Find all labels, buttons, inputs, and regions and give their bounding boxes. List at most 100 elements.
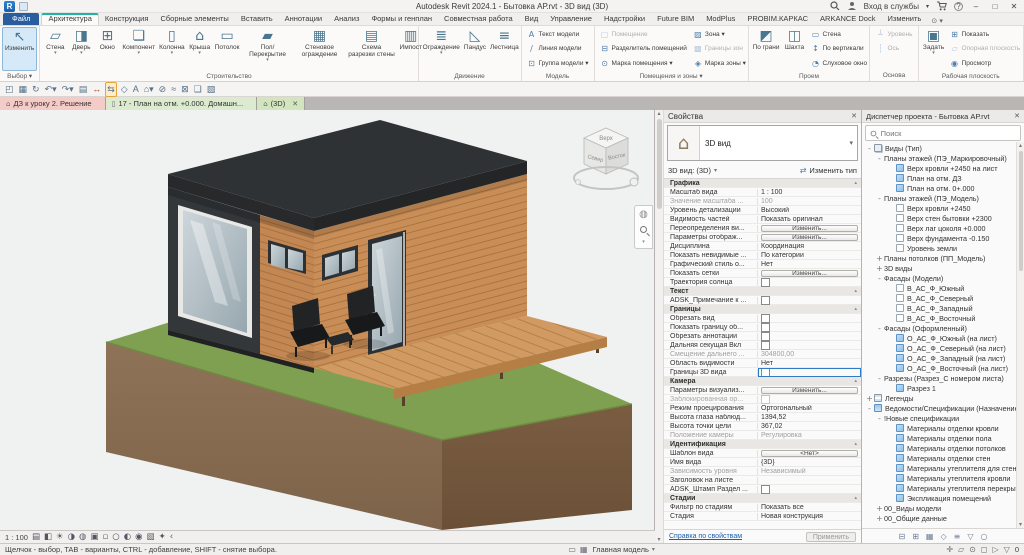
view-control-icon[interactable]: ◍ [79, 532, 86, 542]
property-value[interactable]: Нет [758, 360, 861, 367]
view-tab[interactable]: ▯ 17 - План на отм. +0.000. Домашн... [106, 97, 258, 110]
properties-close-icon[interactable]: ✕ [851, 112, 857, 120]
property-value[interactable] [758, 314, 861, 323]
property-value[interactable]: Показать оригинал [758, 216, 861, 223]
tree-item[interactable]: О_АС_Ф_Западный (на лист) [862, 353, 1016, 363]
property-value[interactable] [758, 395, 861, 404]
ribbon-button[interactable]: ∕ Линия модели [524, 42, 592, 57]
ribbon-button[interactable]: ⊡ Группа модели ▾ [524, 56, 592, 71]
ribbon-tab[interactable]: PROBIM.КАРКАС [741, 13, 814, 25]
property-value[interactable] [758, 341, 861, 350]
property-row[interactable]: Режим проецирования Ортогональный [664, 404, 861, 413]
qat-icon[interactable]: ↷▾ [61, 83, 75, 96]
file-tab[interactable]: Файл [3, 13, 39, 25]
tree-item[interactable]: Материалы отделки кровли [862, 423, 1016, 433]
properties-scrollbar[interactable]: ▴▾ [655, 110, 664, 543]
tree-item[interactable]: Материалы отделки потолков [862, 443, 1016, 453]
tree-item[interactable]: В_АС_Ф_Западный [862, 303, 1016, 313]
restore-button[interactable]: □ [989, 2, 1001, 11]
cabin-3d-model[interactable] [0, 110, 655, 530]
apply-button[interactable]: Применить [806, 532, 856, 542]
tree-item[interactable]: О_АС_Ф_Южный (на лист) [862, 333, 1016, 343]
scale-button[interactable]: 1 : 100 [5, 533, 28, 542]
property-row[interactable]: Высота глаза наблюд... 1394,52 [664, 413, 861, 422]
browser-toolbar-icon[interactable]: ⊟ [899, 532, 906, 541]
ribbon-button[interactable]: ◉ Просмотр [947, 56, 1024, 71]
ribbon-button[interactable]: ▱ Опорная плоскость [947, 42, 1024, 57]
ribbon-tab[interactable]: Совместная работа [438, 13, 519, 25]
ribbon-button[interactable]: ↕ По вертикали [807, 42, 870, 57]
tree-expand-toggle[interactable]: + [865, 394, 874, 403]
property-value[interactable]: Изменить... [761, 225, 858, 232]
tree-item[interactable]: Верх кровли +2450 [862, 203, 1016, 213]
tree-item[interactable]: Материалы утеплителя для стен [862, 463, 1016, 473]
view-control-icon[interactable]: ◑ [68, 532, 75, 542]
property-value[interactable]: Ортогональный [758, 405, 861, 412]
view-tab[interactable]: ⌂ ДЗ к уроку 2. Решение [0, 97, 106, 110]
scrollbar-thumb[interactable] [1019, 151, 1023, 271]
tree-item[interactable]: - Планы этажей (ПЭ_Маркировочный) [862, 153, 1016, 163]
ribbon-button[interactable]: ▨ Зона ▾ [690, 27, 749, 42]
ribbon-tab[interactable]: Future BIM [651, 13, 700, 25]
status-icon[interactable]: ▭ [568, 545, 576, 554]
tree-item[interactable]: - Разрезы (Разрез_С номером листа) [862, 373, 1016, 383]
qat-icon[interactable]: ▧ [206, 83, 217, 96]
ribbon-group-label[interactable]: Модель [524, 71, 592, 82]
status-icon[interactable]: ▦ [580, 545, 588, 554]
minimize-button[interactable]: – [970, 2, 982, 11]
tree-item[interactable]: О_АС_Ф_Северный (на лист) [862, 343, 1016, 353]
steering-wheel-icon[interactable]: ◍ [639, 209, 648, 220]
ribbon-group-label[interactable]: Выбор ▾ [2, 71, 37, 82]
tree-item[interactable]: Верх кровли +2450 на лист [862, 163, 1016, 173]
ribbon-button[interactable]: ▭ Стена [807, 27, 870, 42]
property-row[interactable]: Смещение дальнего ... 304800,00 [664, 350, 861, 359]
tree-item[interactable]: План на отм. 0+.000 [862, 183, 1016, 193]
property-value[interactable]: Изменить... [761, 234, 858, 241]
property-row[interactable]: Фильтр по стадиям Показать все [664, 503, 861, 512]
app-menu-icon[interactable] [19, 2, 28, 11]
ribbon-button[interactable]: ▩ Границы зон [690, 42, 749, 57]
property-value[interactable]: Регулировка [758, 432, 861, 439]
ribbon-tab[interactable]: Вид [519, 13, 545, 25]
property-value[interactable] [758, 296, 861, 305]
property-value[interactable]: Изменить... [761, 270, 858, 277]
ribbon-group-label[interactable]: Движение [421, 71, 519, 82]
qat-icon[interactable]: A [132, 83, 140, 96]
ribbon-group-label[interactable]: Помещения и зоны ▾ [597, 71, 746, 82]
ribbon-tab[interactable]: Аннотации [279, 13, 329, 25]
tree-item[interactable]: + Легенды [862, 393, 1016, 403]
property-value[interactable]: 1394,52 [758, 414, 861, 421]
view-control-icon[interactable]: ▧ [147, 532, 155, 542]
ribbon-tab[interactable]: Анализ [328, 13, 365, 25]
tree-item[interactable]: - Планы этажей (ПЭ_Модель) [862, 193, 1016, 203]
property-row[interactable]: ADSK_Примечание к ... [664, 296, 861, 305]
browser-search-input[interactable] [881, 129, 1016, 138]
property-row[interactable]: Заблокированная ор... [664, 395, 861, 404]
tree-expand-toggle[interactable]: - [875, 374, 884, 383]
view-tab[interactable]: ⌂ (3D) ✕ [257, 97, 305, 110]
property-value[interactable]: Показать все [758, 504, 861, 511]
property-value[interactable] [758, 368, 861, 377]
ribbon-button[interactable]: ▢ Помещение [597, 27, 690, 42]
ribbon-tab[interactable]: Сборные элементы [154, 13, 234, 25]
ribbon-button[interactable]: ▤ Схема разрезки стены [346, 27, 398, 71]
tree-item[interactable]: - Ведомости/Спецификации (Назначение вид… [862, 403, 1016, 413]
property-value[interactable]: Нет [758, 261, 861, 268]
ribbon-button[interactable]: ⊞ Показать [947, 27, 1024, 42]
tree-item[interactable]: - Виды (Тип) [862, 143, 1016, 153]
revit-logo-icon[interactable]: R [4, 1, 15, 12]
property-row[interactable]: Показать невидимые ... По категории [664, 251, 861, 260]
properties-help-link[interactable]: Справка по свойствам [669, 533, 742, 540]
modify-options-icon[interactable]: ⊙ ▾ [927, 17, 947, 25]
tree-item[interactable]: В_АС_Ф_Северный [862, 293, 1016, 303]
ribbon-button[interactable]: ▰ Пол/Перекрытие [242, 27, 294, 71]
property-row[interactable]: Стадии [664, 494, 861, 503]
ribbon-group-label[interactable]: Проем [751, 71, 868, 82]
wood-wall-left[interactable] [260, 215, 314, 368]
tree-item[interactable]: - Фасады (Модели) [862, 273, 1016, 283]
tree-expand-toggle[interactable]: - [875, 154, 884, 163]
property-value[interactable]: Высокий [758, 207, 861, 214]
zoom-icon[interactable] [640, 226, 647, 233]
browser-toolbar-icon[interactable]: ≡ [954, 532, 961, 541]
property-row[interactable]: Графика [664, 179, 861, 188]
